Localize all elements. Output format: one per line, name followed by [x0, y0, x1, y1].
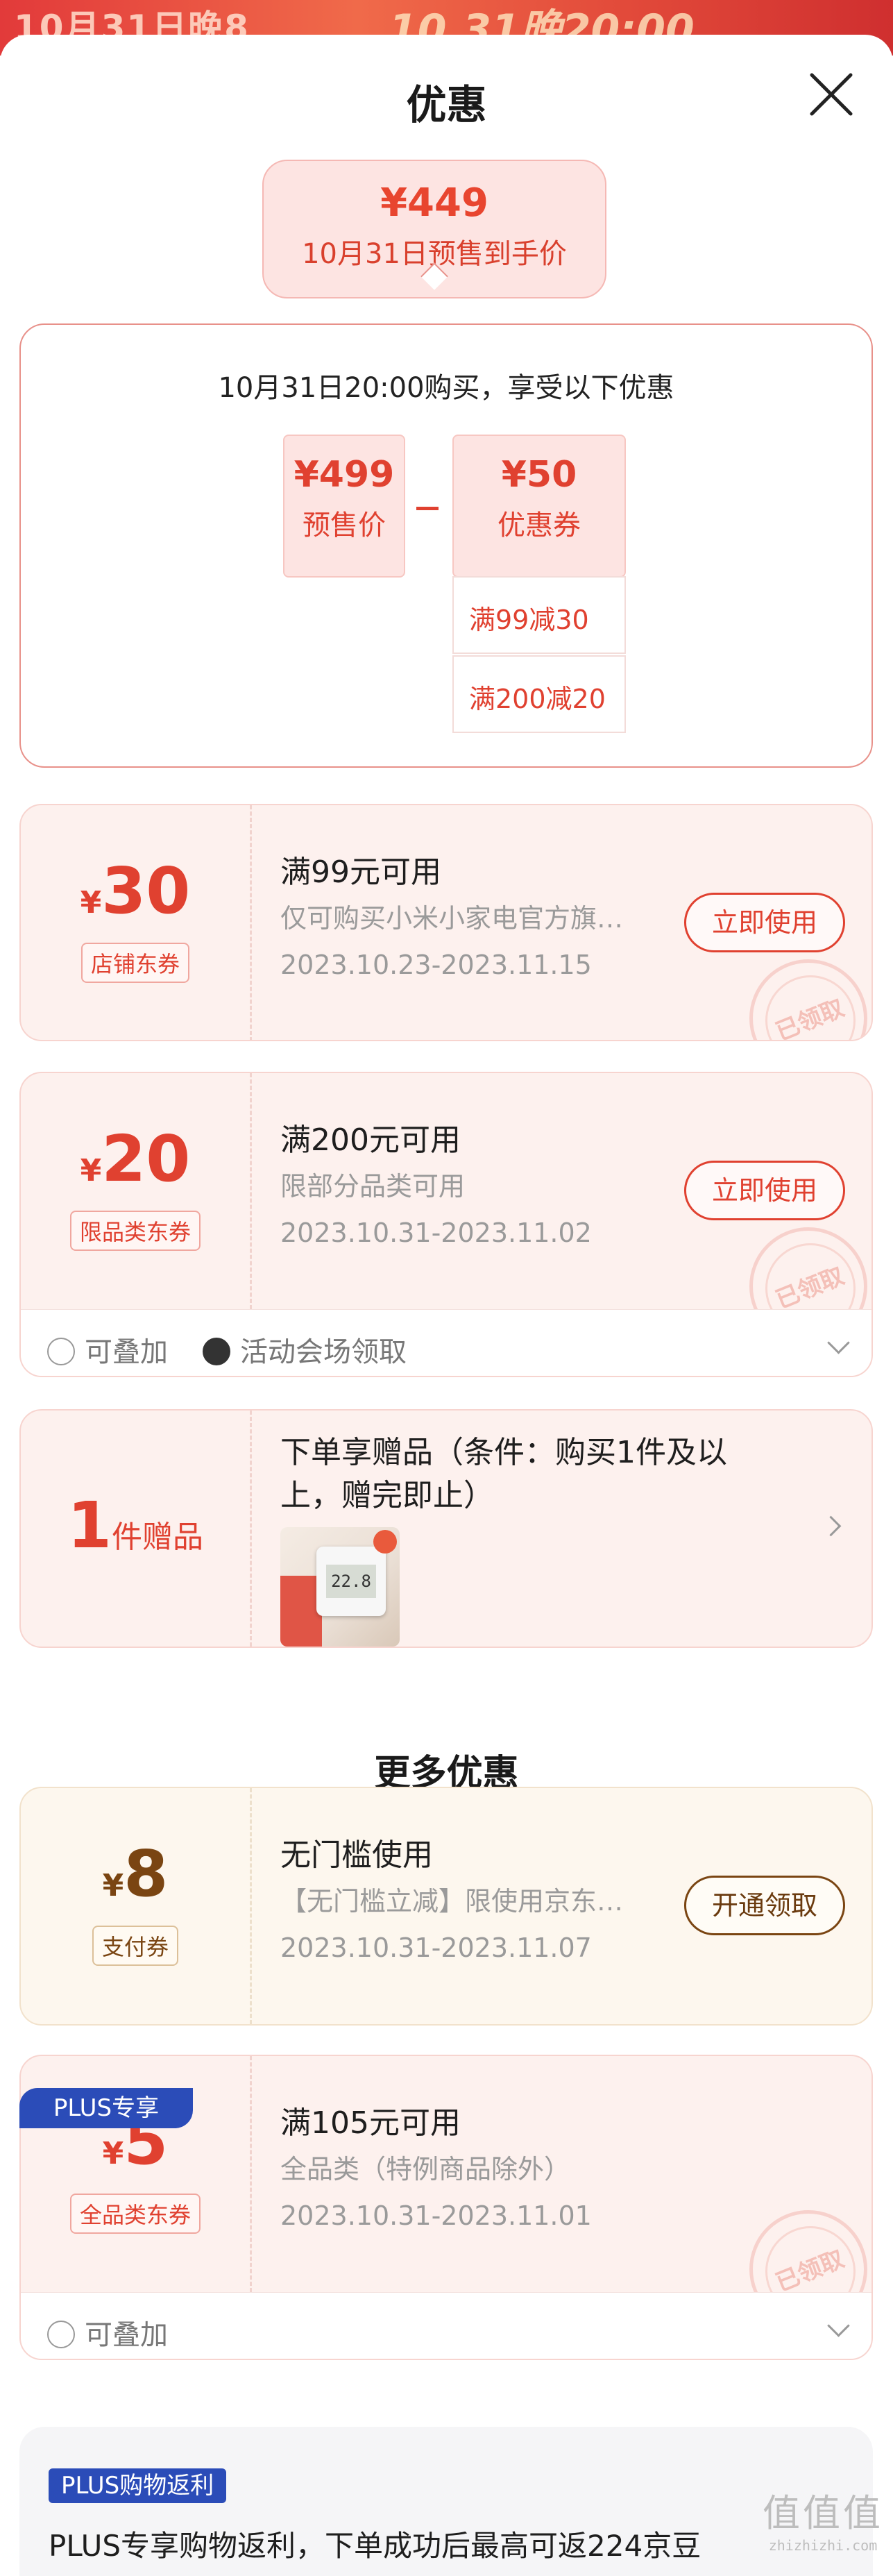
dashed-divider: [250, 1411, 252, 1647]
discount-item: 满200减20: [452, 655, 626, 733]
close-button[interactable]: [805, 68, 858, 121]
coupon-card: ¥30 店铺东券 满99元可用 仅可购买小米小家电官方旗舰店部分商品 2023.…: [19, 804, 873, 1041]
stack-icon: [47, 1338, 75, 1365]
plus-rebate-badge: PLUS购物返利: [49, 2468, 227, 2503]
presale-price-box: ¥499 预售价: [283, 435, 405, 578]
coupon-value: ¥8 支付券: [21, 1788, 250, 2024]
stackable-info: 可叠加: [47, 2312, 168, 2352]
gift-count-number: 1: [67, 1488, 112, 1563]
plus-exclusive-badge: PLUS专享: [19, 2088, 193, 2128]
coupon-footer[interactable]: 可叠加: [21, 2292, 871, 2359]
coupon-scope: 限部分品类可用: [280, 1171, 466, 1202]
use-now-button[interactable]: 立即使用: [684, 893, 845, 952]
coupon-discount: ¥50: [501, 454, 577, 496]
coupon-validity: 2023.10.31-2023.11.01: [280, 2200, 592, 2231]
watermark-site: zhizhizhi.com: [768, 2537, 878, 2554]
brand-logo: [373, 1530, 397, 1554]
dashed-divider: [250, 2056, 252, 2292]
coupon-amount: 8: [124, 1837, 169, 1911]
coupon-type-tag: 店铺东券: [80, 943, 190, 983]
coupon-condition: 满99元可用: [280, 855, 441, 890]
gift-card[interactable]: 1件赠品 下单享赠品（条件：购买1件及以上，赠完即止） 22.8: [19, 1409, 873, 1648]
close-icon: [810, 73, 853, 116]
chevron-down-icon[interactable]: [827, 1331, 850, 1354]
coupon-type-tag: 支付券: [92, 1926, 179, 1966]
dashed-divider: [250, 1073, 252, 1309]
gift-count: 1件赠品: [21, 1488, 250, 1563]
plus-rebate-card: PLUS购物返利 PLUS专享购物返利，下单成功后最高可返224京豆: [19, 2427, 873, 2576]
price-breakdown: 10月31日20:00购买，享受以下优惠 ¥499 预售价 ¥50 优惠券 满9…: [19, 323, 873, 768]
stack-icon: [47, 2321, 75, 2348]
dashed-divider: [250, 805, 252, 1040]
coupon-value: ¥20 限品类东券: [21, 1073, 250, 1309]
coupon-value: ¥30 店铺东券: [21, 805, 250, 1040]
coupon-discount-box: ¥50 优惠券: [452, 435, 626, 578]
coupon-scope: 【无门槛立减】限使用京东支付时可用: [280, 1886, 641, 1917]
coupon-validity: 2023.10.31-2023.11.02: [280, 1218, 592, 1248]
coupon-discount-label: 优惠券: [497, 510, 581, 541]
currency-symbol: ¥: [80, 885, 102, 920]
plus-rebate-text: PLUS专享购物返利，下单成功后最高可返224京豆: [49, 2529, 701, 2563]
use-now-button[interactable]: 立即使用: [684, 1161, 845, 1220]
venue-icon: [203, 1338, 230, 1365]
currency-symbol: ¥: [102, 2136, 124, 2171]
claimed-stamp: 已领取: [749, 959, 867, 1040]
currency-symbol: ¥: [80, 1153, 102, 1188]
coupon-scope: 仅可购买小米小家电官方旗舰店部分商品: [280, 903, 641, 934]
final-price: ¥449: [380, 180, 488, 226]
thermometer-device: 22.8: [316, 1547, 386, 1616]
coupon-footer[interactable]: 可叠加 活动会场领取: [21, 1309, 871, 1376]
coupon-type-tag: 全品类东券: [69, 2194, 201, 2234]
coupon-amount: 20: [101, 1122, 191, 1196]
coupon-card: ¥20 限品类东券 满200元可用 限部分品类可用 2023.10.31-202…: [19, 1072, 873, 1377]
minus-sign: [416, 507, 439, 510]
coupon-validity: 2023.10.31-2023.11.07: [280, 1933, 592, 1963]
device-screen: 22.8: [326, 1565, 376, 1598]
coupon-amount: 30: [101, 854, 191, 928]
discount-sheet: 优惠 ¥449 10月31日预售到手价 10月31日20:00购买，享受以下优惠…: [0, 35, 893, 2576]
stackable-info: 可叠加: [47, 1329, 168, 1370]
chevron-right-icon: [820, 1515, 842, 1537]
watermark-logo: 值值值: [763, 2491, 883, 2535]
dashed-divider: [250, 1788, 252, 2024]
presale-price: ¥499: [294, 454, 395, 496]
coupon-scope: 全品类（特例商品除外）: [280, 2154, 571, 2184]
coupon-type-tag: 限品类东券: [69, 1211, 201, 1251]
coupon-condition: 满105元可用: [280, 2105, 461, 2141]
coupon-validity: 2023.10.23-2023.11.15: [280, 950, 592, 980]
gift-description: 下单享赠品（条件：购买1件及以上，赠完即止）: [280, 1435, 727, 1513]
coupon-condition: 无门槛使用: [280, 1837, 433, 1873]
site-watermark: 值值值 zhizhizhi.com: [763, 2482, 883, 2554]
sheet-title: 优惠: [406, 81, 487, 128]
source-info: 活动会场领取: [203, 1329, 407, 1370]
gift-thumbnail: 22.8: [280, 1527, 400, 1647]
discount-item: 满99减30: [452, 576, 626, 654]
activate-claim-button[interactable]: 开通领取: [684, 1876, 845, 1935]
coupon-card: ¥8 支付券 无门槛使用 【无门槛立减】限使用京东支付时可用 2023.10.3…: [19, 1787, 873, 2026]
coupon-condition: 满200元可用: [280, 1122, 461, 1158]
chevron-down-icon[interactable]: [827, 2314, 850, 2337]
presale-price-label: 预售价: [303, 510, 386, 541]
currency-symbol: ¥: [102, 1868, 124, 1903]
breakdown-title: 10月31日20:00购买，享受以下优惠: [218, 372, 674, 404]
gift-count-unit: 件赠品: [112, 1519, 203, 1555]
